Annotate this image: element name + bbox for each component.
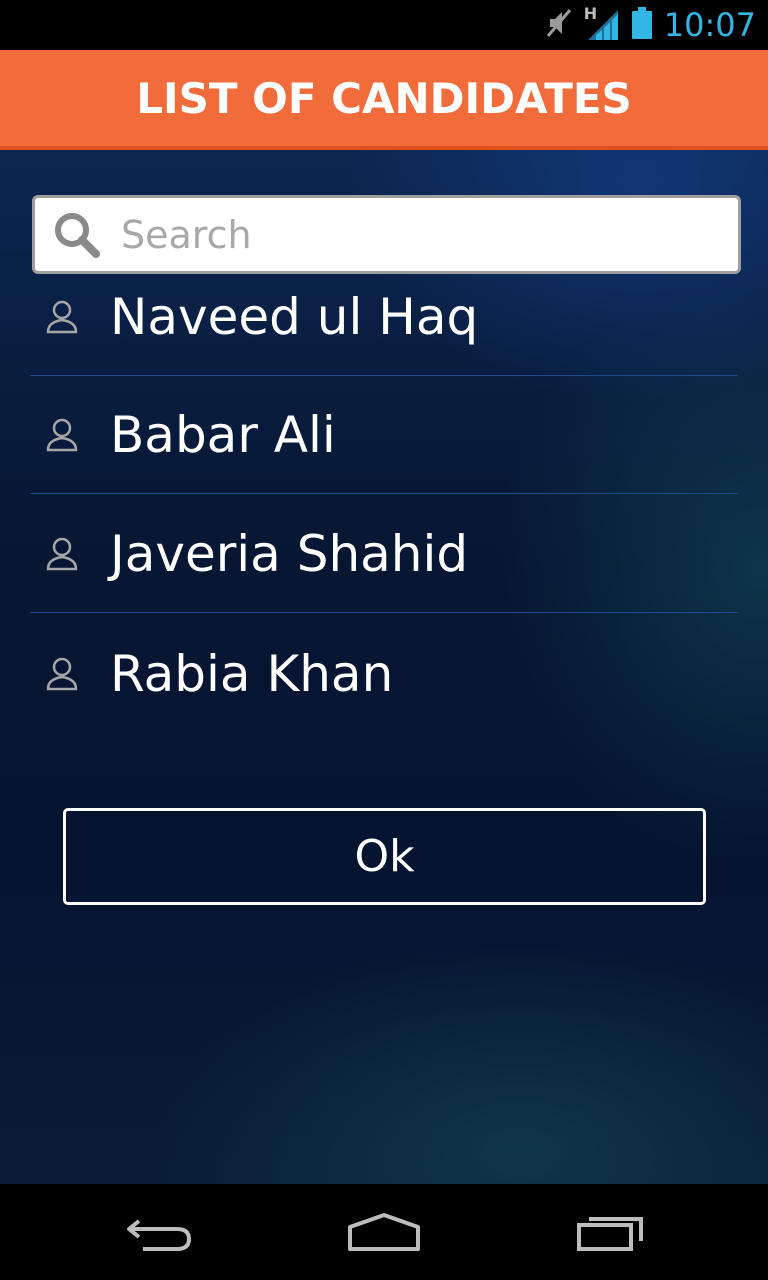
list-item-candidate[interactable]: Rabia Khan	[30, 615, 738, 733]
mute-icon	[546, 8, 572, 43]
person-icon	[30, 299, 94, 335]
back-icon[interactable]	[100, 1208, 220, 1258]
candidate-list: Naveed ul Haq Babar Ali Javeria Shahid R…	[30, 290, 738, 780]
status-bar: H 10:07	[0, 0, 768, 50]
recents-icon[interactable]	[550, 1208, 670, 1258]
status-time: 10:07	[663, 6, 756, 44]
list-item-candidate[interactable]: Naveed ul Haq	[30, 290, 738, 376]
list-item-candidate[interactable]: Javeria Shahid	[30, 495, 738, 613]
person-icon	[30, 536, 94, 572]
signal-icon: H	[584, 4, 620, 42]
header-bar: LIST OF CANDIDATES	[0, 50, 768, 150]
search-icon	[35, 198, 119, 271]
candidate-name: Naveed ul Haq	[110, 290, 479, 346]
status-icons: H 10:07	[546, 4, 756, 44]
candidate-name: Babar Ali	[110, 405, 336, 464]
search-box[interactable]	[32, 195, 741, 274]
navigation-bar	[0, 1184, 768, 1280]
person-icon	[30, 656, 94, 692]
person-icon	[30, 417, 94, 453]
main-content: Naveed ul Haq Babar Ali Javeria Shahid	[0, 150, 768, 1184]
page-title: LIST OF CANDIDATES	[136, 73, 632, 123]
candidate-name: Javeria Shahid	[110, 524, 469, 583]
home-icon[interactable]	[324, 1208, 444, 1258]
candidate-name: Rabia Khan	[110, 645, 394, 703]
ok-button[interactable]: Ok	[63, 808, 706, 905]
search-input[interactable]	[119, 198, 738, 271]
battery-icon	[631, 6, 652, 44]
list-item-candidate[interactable]: Babar Ali	[30, 376, 738, 494]
